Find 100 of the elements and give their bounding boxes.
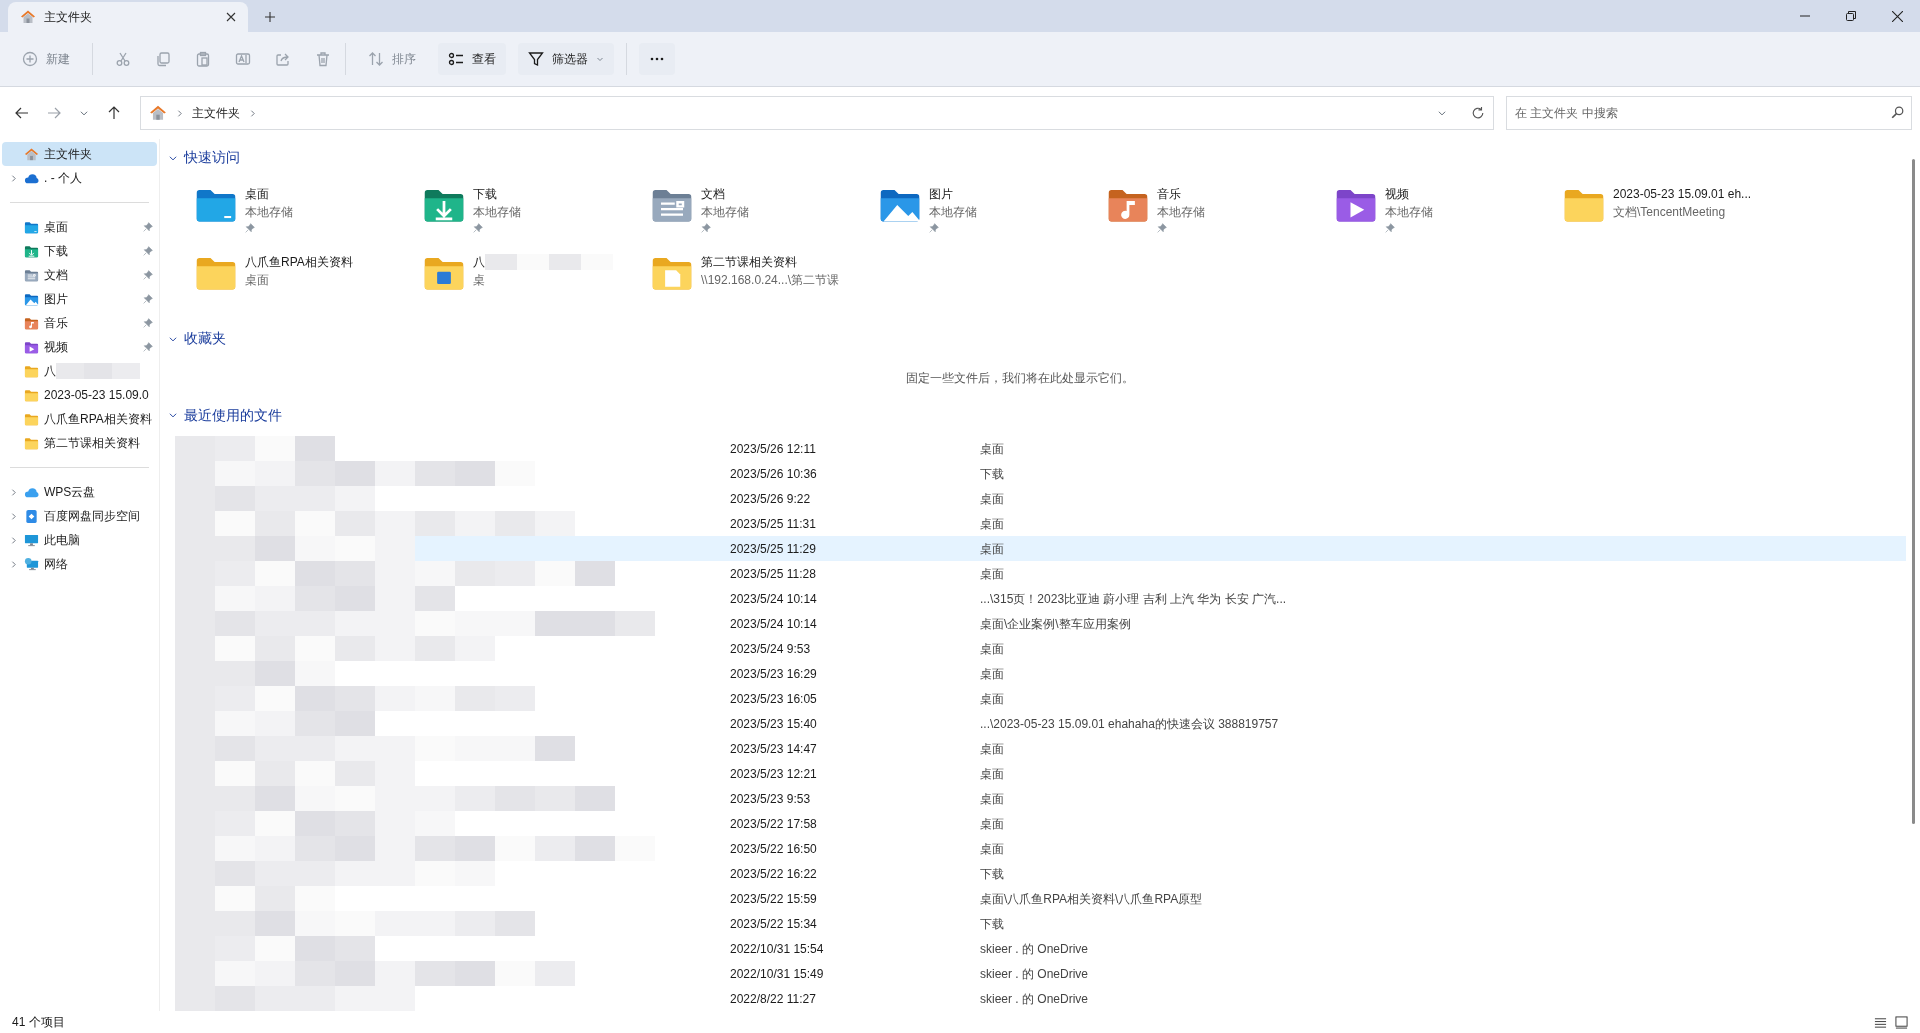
folder-tile[interactable]: 下载 本地存储 [422, 182, 650, 239]
caret-icon [596, 55, 604, 63]
pin-icon [701, 222, 711, 233]
file-row[interactable]: 2023/5/24 9:53 桌面 [175, 636, 1906, 661]
pc-icon [24, 532, 39, 548]
location-cell-text: 桌面 [980, 540, 1004, 558]
sidebar-item[interactable]: . - 个人 [2, 166, 157, 190]
date-cell-text: 2023/5/24 10:14 [730, 590, 818, 608]
sidebar-item[interactable]: 百度网盘同步空间 [2, 504, 157, 528]
more-button[interactable] [639, 43, 675, 75]
sidebar-label: 八 [44, 363, 56, 380]
folder-tile[interactable]: 图片 本地存储 [878, 182, 1106, 239]
file-row[interactable]: 2023/5/26 12:11 桌面 [175, 436, 1906, 461]
file-row[interactable]: 2023/5/22 15:59 桌面\八爪鱼RPA相关资料\八爪鱼RPA原型 [175, 886, 1906, 911]
folder-location: 本地存储 [473, 203, 521, 221]
search-field[interactable]: 在 主文件夹 中搜索 [1506, 96, 1912, 130]
date-cell-text: 2023/5/25 11:31 [730, 515, 817, 533]
home-icon [149, 104, 167, 122]
file-row[interactable]: 2023/5/25 11:31 桌面 [175, 511, 1906, 536]
file-row[interactable]: 2023/5/23 14:47 桌面 [175, 736, 1906, 761]
date-cell-text: 2022/8/22 11:27 [730, 990, 817, 1008]
folder-tile[interactable]: 文档 本地存储 [650, 182, 878, 239]
pin-icon [1385, 222, 1395, 233]
folder-tile[interactable]: 八爪鱼RPA相关资料 桌面 [194, 250, 422, 307]
refresh-icon[interactable] [1471, 106, 1485, 120]
file-row[interactable]: 2023/5/26 9:22 桌面 [175, 486, 1906, 511]
file-row[interactable]: 2022/10/31 15:49 skieer . 的 OneDrive [175, 961, 1906, 986]
sidebar-item[interactable]: 八 [2, 359, 157, 383]
folder-location: 本地存储 [1385, 203, 1433, 221]
sidebar-item[interactable]: 下载 [2, 239, 157, 263]
details-view-icon[interactable] [1874, 1015, 1887, 1029]
file-row[interactable]: 2023/5/23 9:53 桌面 [175, 786, 1906, 811]
file-row[interactable]: 2022/8/22 11:27 skieer . 的 OneDrive [175, 986, 1906, 1011]
sidebar-item[interactable]: 音乐 [2, 311, 157, 335]
file-row[interactable]: 2022/10/31 15:54 skieer . 的 OneDrive [175, 936, 1906, 961]
sidebar-item[interactable]: 网络 [2, 552, 157, 576]
pin-icon [143, 342, 153, 352]
file-row[interactable]: 2023/5/25 11:28 桌面 [175, 561, 1906, 586]
sidebar-label: WPS云盘 [44, 484, 96, 501]
location-cell-text: 桌面 [980, 690, 1004, 708]
sidebar-label: 主文件夹 [44, 146, 92, 163]
rename-icon [235, 51, 251, 67]
search-icon [1891, 106, 1904, 119]
file-row[interactable]: 2023/5/22 17:58 桌面 [175, 811, 1906, 836]
file-row[interactable]: 2023/5/25 11:29 桌面 [175, 536, 1906, 561]
folder-tile[interactable]: 视频 本地存储 [1334, 182, 1562, 239]
new-tab-icon[interactable] [264, 11, 276, 23]
sidebar-item[interactable]: 此电脑 [2, 528, 157, 552]
breadcrumb-item[interactable]: 主文件夹 [192, 104, 240, 122]
tiles-view-icon[interactable] [1895, 1015, 1908, 1029]
pictures-icon [24, 291, 39, 307]
sidebar-item[interactable]: 主文件夹 [2, 142, 157, 166]
file-row[interactable]: 2023/5/22 16:22 下载 [175, 861, 1906, 886]
date-cell-text: 2023/5/23 12:21 [730, 765, 818, 783]
file-row[interactable]: 2023/5/23 16:05 桌面 [175, 686, 1906, 711]
section-header[interactable]: 收藏夹 [164, 326, 230, 351]
folder-tile[interactable]: 八 桌 [422, 250, 650, 307]
folder-icon [24, 363, 39, 379]
folder-tile[interactable]: 2023-05-23 15.09.01 eh... 文档\TencentMeeting [1562, 182, 1790, 239]
music-icon [24, 315, 39, 331]
file-row[interactable]: 2023/5/26 10:36 下载 [175, 461, 1906, 486]
file-row[interactable]: 2023/5/22 15:34 下载 [175, 911, 1906, 936]
tab[interactable]: 主文件夹 [8, 2, 248, 32]
file-row[interactable]: 2023/5/23 16:29 桌面 [175, 661, 1906, 686]
restore-icon [1846, 11, 1856, 21]
filter-button[interactable]: 筛选器 [518, 43, 614, 75]
date-cell-text: 2023/5/25 11:28 [730, 565, 817, 583]
close-icon[interactable] [226, 12, 236, 22]
sidebar-item[interactable]: 桌面 [2, 215, 157, 239]
docs-icon [24, 267, 39, 283]
file-row[interactable]: 2023/5/23 15:40 ...\2023-05-23 15.09.01 ehahaha的快速会议 388819757 [175, 711, 1906, 736]
sidebar-item[interactable]: 文档 [2, 263, 157, 287]
file-row[interactable]: 2023/5/23 12:21 桌面 [175, 761, 1906, 786]
folder-tile[interactable]: 第二节课相关资料 \\192.168.0.24...\第二节课 [650, 250, 878, 307]
folder-name: 2023-05-23 15.09.01 eh... [1613, 185, 1752, 203]
sidebar-item[interactable]: 图片 [2, 287, 157, 311]
sidebar-item[interactable]: WPS云盘 [2, 480, 157, 504]
folder-tile[interactable]: 桌面 本地存储 [194, 182, 422, 239]
sidebar-item[interactable]: 2023-05-23 15.09.0 [2, 383, 157, 407]
sidebar-item[interactable]: 八爪鱼RPA相关资料 [2, 407, 157, 431]
file-row[interactable]: 2023/5/24 10:14 ...\315页！2023比亚迪 蔚小理 吉利 上汽 华为 长安 广汽... [175, 586, 1906, 611]
file-row[interactable]: 2023/5/22 16:50 桌面 [175, 836, 1906, 861]
location-cell-text: 桌面 [980, 565, 1004, 583]
folder-tile[interactable]: 音乐 本地存储 [1106, 182, 1334, 239]
home-icon [24, 146, 39, 162]
folder-icon [24, 435, 39, 451]
view-button[interactable]: 查看 [438, 43, 506, 75]
sidebar-item[interactable]: 第二节课相关资料 [2, 431, 157, 455]
address-bar[interactable]: 主文件夹 [140, 96, 1494, 130]
section-header[interactable]: 快速访问 [164, 147, 1906, 169]
file-row[interactable]: 2023/5/24 10:14 桌面\企业案例\整车应用案例 [175, 611, 1906, 636]
home-icon [20, 9, 36, 25]
sidebar-item[interactable]: 视频 [2, 335, 157, 359]
section-header[interactable]: 最近使用的文件 [164, 404, 1906, 426]
location-cell-text: 桌面 [980, 440, 1004, 458]
scrollbar[interactable] [1911, 159, 1915, 824]
date-cell-text: 2023/5/26 10:36 [730, 465, 818, 483]
date-cell-text: 2023/5/22 17:58 [730, 815, 818, 833]
sidebar-label: 网络 [44, 556, 68, 573]
pin-icon [143, 318, 153, 328]
